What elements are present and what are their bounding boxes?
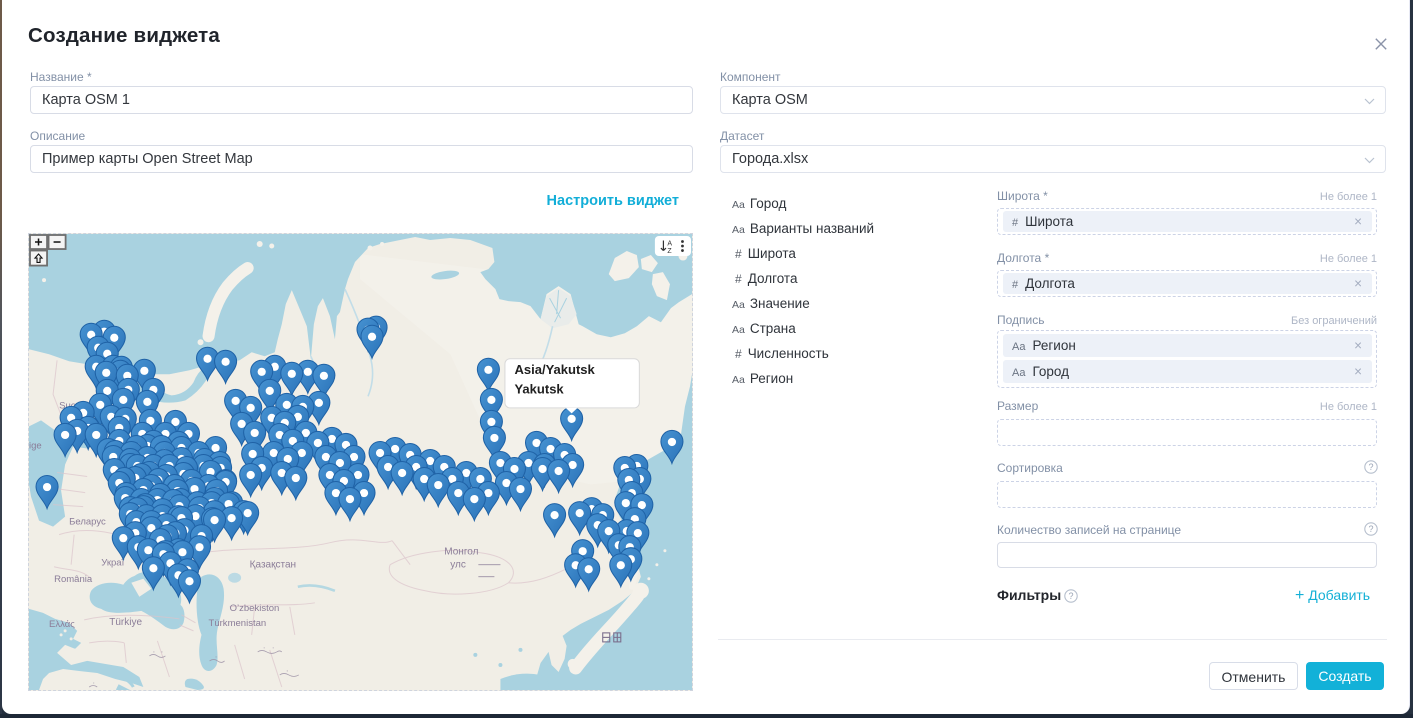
- svg-text:Украї: Украї: [101, 558, 124, 569]
- svg-text:România: România: [54, 574, 93, 585]
- svg-text:улс: улс: [450, 560, 466, 571]
- svg-text:O’zbekiston: O’zbekiston: [230, 603, 280, 614]
- svg-text:Türkmenistan: Türkmenistan: [209, 618, 267, 629]
- svg-text:?: ?: [1368, 524, 1373, 534]
- svg-text:Asia/Yakutsk: Asia/Yakutsk: [514, 362, 595, 377]
- svg-text:?: ?: [1068, 591, 1073, 601]
- svg-text:Türkiye: Türkiye: [109, 617, 142, 628]
- svg-text:ige: ige: [29, 440, 42, 451]
- svg-text:Қазақстан: Қазақстан: [250, 560, 296, 571]
- svg-text:Z: Z: [667, 248, 672, 255]
- svg-text:Монгол: Монгол: [444, 547, 478, 558]
- svg-text:Ελλάς: Ελλάς: [49, 619, 75, 630]
- svg-text:A: A: [667, 241, 672, 248]
- svg-text:Беларус: Беларус: [69, 517, 106, 528]
- svg-text:?: ?: [1368, 462, 1373, 472]
- svg-text:Yakutsk: Yakutsk: [514, 381, 564, 396]
